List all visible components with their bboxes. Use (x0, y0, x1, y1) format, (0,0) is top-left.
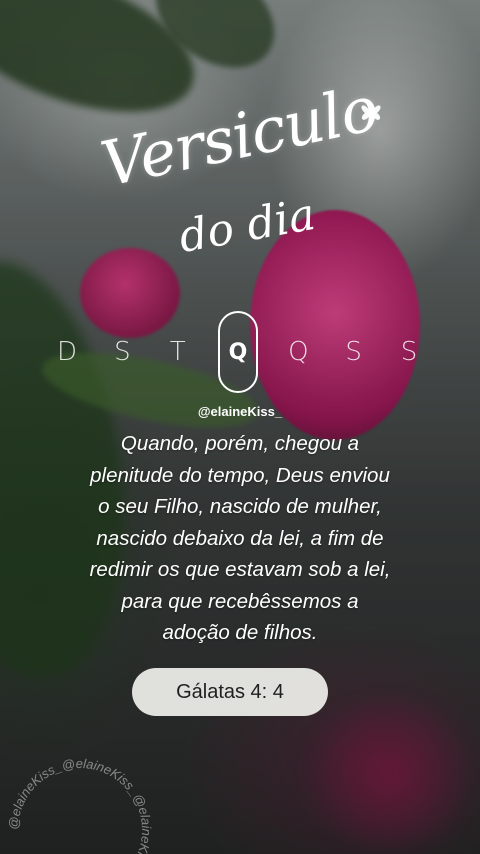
butterfly-icon (361, 105, 381, 120)
title-block: Versiculo do dia (95, 71, 384, 290)
weekday-s: S (400, 337, 418, 367)
weekday-row: D S T Q Q S S (52, 311, 424, 393)
watermark-circle: @elaineKiss_@elaineKiss_@elaineKiss_ (6, 756, 154, 854)
weekday-t: T (169, 337, 186, 367)
verse-line: Quando, porém, chegou a (120, 432, 360, 455)
title-do-dia: do dia (175, 188, 320, 263)
weekday-s: S (345, 337, 362, 367)
weekday-q: Q (288, 337, 309, 367)
reference-label: Gálatas 4: 4 (176, 680, 284, 703)
verse-text: Quando, porém, chegou a plenitude do tem… (52, 428, 428, 649)
verse-line: redimir os que estavam sob a lei, (89, 558, 391, 581)
verse-line: adoção de filhos. (162, 621, 318, 644)
verse-line: para que recebêssemos a (121, 589, 359, 613)
weekday-d: D (56, 337, 78, 367)
weekday-s: S (114, 337, 131, 367)
svg-text:@elaineKiss_@elaineKiss_@elain: @elaineKiss_@elaineKiss_@elaineKiss_ (6, 756, 154, 854)
verse-line: nascido debaixo da lei, a fim de (96, 526, 384, 550)
watermark-text: @elaineKiss_@elaineKiss_@elaineKiss_ (6, 756, 154, 854)
author-handle: @elaineKiss_ (197, 404, 283, 419)
weekday-q-selected: Q (217, 311, 258, 393)
verse-line: plenitude do tempo, Deus enviou (90, 463, 390, 487)
verse-line: o seu Filho, nascido de mulher, (98, 495, 382, 518)
verse-reference: Gálatas 4: 4 (132, 668, 328, 716)
